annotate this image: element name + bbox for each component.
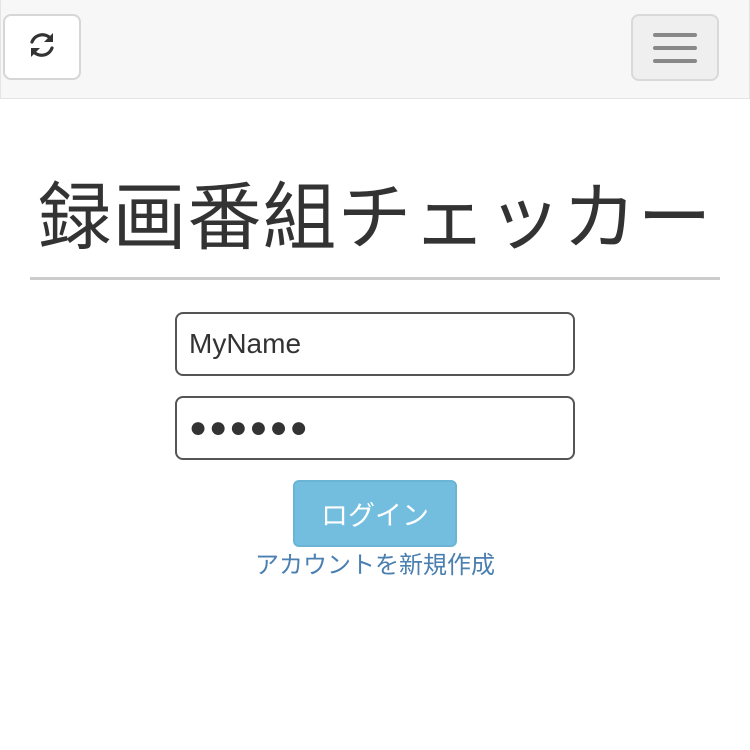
hamburger-menu-icon-bar (653, 45, 697, 50)
hamburger-menu-icon (653, 32, 697, 37)
title-divider (30, 277, 720, 280)
page-title: 録画番組チェッカー (37, 175, 713, 261)
reload-button[interactable] (3, 14, 81, 80)
username-input[interactable] (175, 312, 575, 376)
refresh-icon (27, 30, 57, 64)
navbar (0, 0, 750, 99)
login-button[interactable]: ログイン (293, 480, 457, 547)
create-account-link[interactable]: アカウントを新規作成 (175, 548, 575, 582)
menu-toggle-button[interactable] (631, 14, 719, 81)
password-input[interactable]: ●●●●●● (175, 396, 575, 460)
hamburger-menu-icon-bar (653, 58, 697, 63)
